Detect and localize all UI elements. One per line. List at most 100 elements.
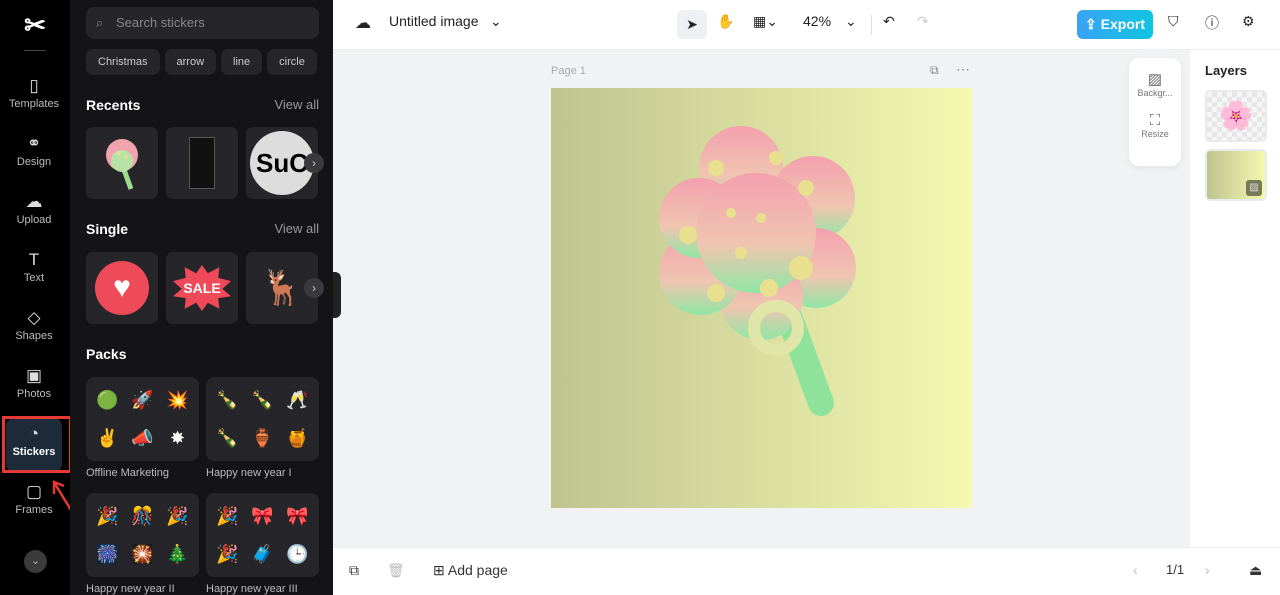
redo-icon[interactable]: ↷ <box>917 13 929 30</box>
templates-icon: ▯ <box>29 76 39 95</box>
layers-title: Layers <box>1205 63 1247 78</box>
pack-sticker: 🎉 <box>96 505 119 526</box>
shield-icon[interactable]: ⛉ <box>1168 13 1179 30</box>
export-icon: ⇪ <box>1085 16 1101 32</box>
background-button[interactable]: Backgr... <box>1129 88 1181 98</box>
tag-chip[interactable]: line <box>221 49 263 75</box>
page-indicator: 1/1 <box>1166 562 1185 577</box>
rail-item-upload[interactable]: ☁ Upload <box>6 186 62 240</box>
pack-sticker: 🧳 <box>251 543 274 564</box>
pack-label: Offline Marketing <box>86 467 169 479</box>
design-canvas[interactable] <box>551 88 972 508</box>
layout-icon[interactable]: ▦⌄ <box>753 13 778 30</box>
rail-item-templates[interactable]: ▯ Templates <box>6 70 62 124</box>
pack-sticker: 🚀 <box>131 389 154 410</box>
prev-page-icon[interactable]: ‹ <box>1133 562 1138 578</box>
pack-sticker: 🕒 <box>286 543 309 564</box>
tag-chip[interactable]: Christmas <box>86 49 160 75</box>
background-icon[interactable]: ▨ <box>1129 70 1181 88</box>
pack-sticker: ✸ <box>169 427 186 448</box>
sticker-sale[interactable]: SALE <box>166 252 238 324</box>
duplicate-icon[interactable]: ⧉ <box>349 562 359 579</box>
layers-panel: Layers 🌸 ▨ <box>1190 50 1280 547</box>
sticker-plastic-bag[interactable] <box>166 127 238 199</box>
search-icon: ⌕ <box>96 15 104 30</box>
single-title: Single <box>86 221 129 237</box>
recents-title: Recents <box>86 97 141 113</box>
undo-icon[interactable]: ↶ <box>883 13 895 30</box>
flower-lollipop-sticker[interactable] <box>551 88 972 508</box>
chevron-down-icon[interactable]: ⌄ <box>24 550 47 573</box>
hand-tool-icon[interactable]: ✋ <box>717 13 734 30</box>
resize-icon[interactable]: ⛶ <box>1129 112 1181 129</box>
pack-label: Happy new year II <box>86 583 175 595</box>
sticker-pack[interactable]: 🍾 🍾 🥂 🍾 🏺 🍯 <box>206 377 319 461</box>
single-view-all[interactable]: View all <box>274 221 319 236</box>
left-rail: ✂ ▯ Templates ⚭ Design ☁ Upload T Text ◇ Shapes ▣ P… <box>0 0 78 595</box>
sticker-heart[interactable]: ♥ <box>86 252 158 324</box>
tag-chip[interactable]: circle <box>267 49 317 75</box>
pack-sticker: 🎊 <box>131 505 154 526</box>
rail-item-design[interactable]: ⚭ Design <box>6 128 62 182</box>
rail-item-photos[interactable]: ▣ Photos <box>6 360 62 414</box>
resize-button[interactable]: Resize <box>1129 129 1181 139</box>
stickers-panel: ⌕ Search stickers Christmas arrow line circl… <box>70 0 333 595</box>
zoom-level[interactable]: 42% <box>803 13 831 29</box>
pack-sticker: 🎉 <box>166 505 189 526</box>
export-button[interactable]: ⇪ Export <box>1077 10 1153 39</box>
sticker-pack[interactable]: 🟢 🚀 💥 ✌ 📣 ✸ <box>86 377 199 461</box>
select-tool-icon[interactable]: ➤ <box>677 10 707 39</box>
zoom-chevron-down-icon[interactable]: ⌄ <box>845 13 857 30</box>
pack-sticker: 🎀 <box>251 505 274 526</box>
add-page-button[interactable]: ⊞ Add page <box>433 562 508 579</box>
panel-collapse-handle[interactable] <box>333 272 341 318</box>
title-chevron-down-icon[interactable]: ⌄ <box>490 13 502 30</box>
sticker-pack[interactable]: 🎉 🎀 🎀 🎉 🧳 🕒 <box>206 493 319 577</box>
next-page-icon[interactable]: › <box>1205 562 1210 578</box>
annotation-highlight-box <box>2 416 72 473</box>
bottom-bar: ⧉ 🗑 ⊞ Add page ‹ 1/1 › ⏏ <box>333 547 1280 595</box>
sticker-flower[interactable] <box>86 127 158 199</box>
add-page-icon: ⊞ <box>433 562 448 578</box>
page-manager-icon[interactable]: ⏏ <box>1249 562 1262 579</box>
pack-sticker: 🎆 <box>96 543 119 564</box>
layer-background[interactable]: ▨ <box>1205 149 1267 201</box>
tag-chip[interactable]: arrow <box>164 49 217 75</box>
background-icon: ▨ <box>1246 180 1262 196</box>
photos-icon: ▣ <box>25 366 43 385</box>
search-input[interactable]: ⌕ Search stickers <box>86 7 319 39</box>
help-icon[interactable]: ⓘ <box>1205 13 1219 33</box>
pack-sticker: 🎀 <box>286 505 309 526</box>
pack-sticker: 🍯 <box>286 427 309 448</box>
rail-item-shapes[interactable]: ◇ Shapes <box>6 302 62 356</box>
cloud-icon[interactable]: ☁ <box>355 13 371 33</box>
single-next-button[interactable]: › <box>304 278 324 298</box>
duplicate-page-icon[interactable]: ⧉ <box>930 63 939 78</box>
delete-icon[interactable]: 🗑 <box>387 562 405 579</box>
pack-sticker: 💥 <box>166 389 189 410</box>
settings-icon[interactable]: ⚙ <box>1242 13 1255 30</box>
rail-item-text[interactable]: T Text <box>6 244 62 298</box>
shapes-icon: ◇ <box>27 308 41 327</box>
pack-label: Happy new year III <box>206 583 298 595</box>
upload-icon: ☁ <box>25 192 43 211</box>
document-title[interactable]: Untitled image <box>389 13 479 29</box>
pack-sticker: 🎇 <box>131 543 154 564</box>
pack-sticker: 🥂 <box>286 389 309 410</box>
more-icon[interactable]: ⋯ <box>956 61 970 78</box>
text-icon: T <box>28 250 40 269</box>
pack-sticker: 📣 <box>131 427 154 448</box>
pack-label: Happy new year I <box>206 467 292 479</box>
layer-sticker[interactable]: 🌸 <box>1205 90 1267 142</box>
top-bar: ☁ Untitled image ⌄ ➤ ✋ ▦⌄ 42% ⌄ ↶ ↷ ⇪ Ex… <box>333 0 1280 50</box>
sticker-pack[interactable]: 🎉 🎊 🎉 🎆 🎇 🎄 <box>86 493 199 577</box>
pack-sticker: 🎄 <box>166 543 189 564</box>
divider <box>871 15 872 35</box>
capcut-logo[interactable]: ✂ <box>20 10 50 40</box>
pack-sticker: 🍾 <box>216 389 239 410</box>
pack-sticker: 🎉 <box>216 543 239 564</box>
recents-next-button[interactable]: › <box>304 153 324 173</box>
page-label: Page 1 <box>551 65 586 77</box>
recents-view-all[interactable]: View all <box>274 97 319 112</box>
pack-sticker: 🟢 <box>96 389 119 410</box>
